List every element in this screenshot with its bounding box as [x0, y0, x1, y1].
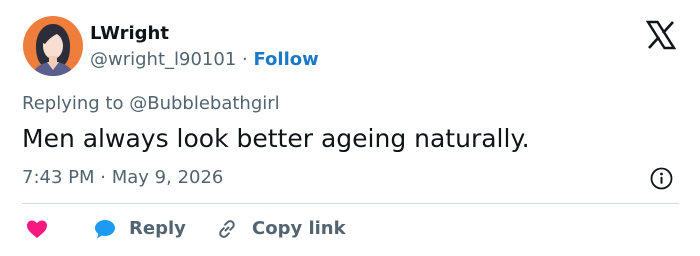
reply-button[interactable]: Reply: [93, 215, 186, 243]
user-handle[interactable]: @wright_l90101: [90, 49, 236, 70]
tweet-time: 7:43 PM: [22, 167, 95, 188]
time-separator: ·: [100, 167, 106, 188]
tweet-text: Men always look better ageing naturally.: [22, 124, 530, 153]
reply-label: Reply: [129, 218, 186, 239]
copy-link-button[interactable]: Copy link: [215, 215, 346, 243]
tweet-date: May 9, 2026: [111, 167, 224, 188]
copy-link-label: Copy link: [252, 218, 346, 239]
x-logo-icon[interactable]: [645, 20, 677, 50]
handle-row: @wright_l90101 · Follow: [90, 48, 319, 72]
replying-to: Replying to @Bubblebathgirl: [22, 92, 280, 116]
link-icon: [215, 217, 239, 241]
replying-to-handle[interactable]: @Bubblebathgirl: [129, 93, 279, 114]
like-button[interactable]: [25, 215, 49, 243]
user-info: LWright @wright_l90101 · Follow: [90, 22, 319, 72]
replying-to-label: Replying to: [22, 93, 124, 114]
timestamp[interactable]: 7:43 PM · May 9, 2026: [22, 166, 223, 190]
display-name[interactable]: LWright: [90, 22, 319, 46]
avatar-image: [23, 16, 83, 76]
speech-bubble-icon: [93, 217, 117, 241]
avatar[interactable]: [23, 16, 83, 76]
heart-icon: [25, 217, 49, 241]
handle-separator: ·: [242, 49, 248, 70]
follow-button[interactable]: Follow: [253, 49, 318, 70]
tweet-card: LWright @wright_l90101 · Follow Replying…: [0, 0, 700, 256]
divider: [22, 203, 679, 204]
info-icon[interactable]: [650, 167, 673, 190]
action-bar: Reply Copy link: [22, 215, 682, 243]
